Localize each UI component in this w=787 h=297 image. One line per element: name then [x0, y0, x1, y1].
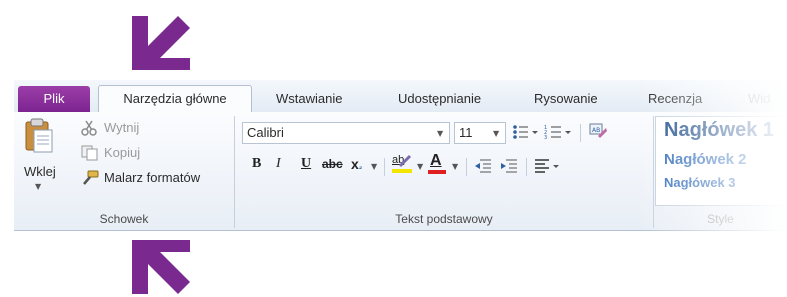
paste-icon[interactable]: [24, 118, 54, 154]
highlighter-icon: [392, 154, 412, 173]
style-heading-1[interactable]: Nagłówek 1: [664, 119, 774, 142]
paste-button[interactable]: Wklej: [24, 164, 56, 179]
style-heading-3[interactable]: Nagłówek 3: [664, 175, 736, 190]
font-size-dropdown-icon[interactable]: ▼: [493, 129, 499, 138]
increase-indent-icon[interactable]: [500, 158, 518, 174]
bold-button[interactable]: B: [252, 156, 261, 172]
svg-text:3: 3: [544, 135, 547, 140]
subscript-label: x: [351, 156, 359, 172]
highlight-dropdown-icon[interactable]: ▼: [417, 162, 423, 171]
toolbar-divider: [466, 158, 467, 176]
tab-review[interactable]: Recenzja: [648, 86, 702, 112]
clipboard-group-label: Schowek: [99, 212, 149, 226]
font-color-swatch: [428, 170, 446, 174]
ribbon: Plik Narzędzia główne Wstawianie Udostęp…: [14, 80, 787, 231]
format-painter-button[interactable]: Malarz formatów: [104, 170, 200, 185]
bullets-icon[interactable]: [512, 124, 538, 140]
copy-icon: [81, 145, 98, 161]
font-name-value: Calibri: [247, 125, 284, 140]
font-size-value: 11: [459, 125, 473, 140]
styles-group-label: Style: [707, 212, 734, 226]
font-name-combobox[interactable]: Calibri ▼: [242, 122, 450, 144]
tab-insert[interactable]: Wstawianie: [276, 86, 342, 112]
align-left-icon[interactable]: [534, 158, 560, 174]
ribbon-tab-bar: Plik Narzędzia główne Wstawianie Udostęp…: [14, 80, 787, 114]
underline-button[interactable]: U: [301, 156, 311, 172]
subscript-dropdown-icon[interactable]: ▼: [371, 162, 377, 171]
tab-view[interactable]: Wid: [748, 86, 770, 112]
toolbar-divider: [384, 158, 385, 176]
tab-draw[interactable]: Rysowanie: [534, 86, 598, 112]
ribbon-panel: Wklej ▼ Wytnij Kopiuj Malarz formatów Sc…: [14, 112, 787, 231]
toolbar-divider: [580, 124, 581, 142]
styles-gallery[interactable]: Nagłówek 1 Nagłówek 2 Nagłówek 3: [655, 116, 787, 206]
tab-file[interactable]: Plik: [18, 86, 90, 112]
italic-button[interactable]: I: [276, 156, 281, 172]
tab-home[interactable]: Narzędzia główne: [98, 85, 252, 114]
paste-dropdown-icon[interactable]: ▼: [35, 182, 41, 191]
subscript-marker-icon: ₂: [358, 162, 363, 171]
arrow-up-left-icon: [132, 240, 190, 294]
decrease-indent-icon[interactable]: [474, 158, 492, 174]
subscript-button[interactable]: x₂: [351, 156, 362, 172]
format-painter-icon: [83, 170, 99, 185]
numbering-icon[interactable]: 1 2 3: [544, 124, 572, 140]
clear-formatting-icon[interactable]: AB: [588, 122, 608, 142]
tab-share[interactable]: Udostępnianie: [398, 86, 481, 112]
cut-button[interactable]: Wytnij: [104, 120, 139, 135]
font-color-label: A: [430, 152, 442, 169]
svg-text:AB: AB: [592, 127, 600, 134]
font-dropdown-icon[interactable]: ▼: [437, 129, 443, 138]
cut-icon: [81, 120, 97, 136]
copy-button[interactable]: Kopiuj: [104, 145, 140, 160]
arrow-down-left-icon: [132, 16, 190, 70]
toolbar-divider: [526, 158, 527, 176]
style-heading-2[interactable]: Nagłówek 2: [664, 151, 747, 168]
basic-text-group-label: Tekst podstawowy: [395, 212, 493, 226]
font-color-dropdown-icon[interactable]: ▼: [452, 162, 458, 171]
strikethrough-button[interactable]: abc: [322, 157, 343, 171]
font-size-combobox[interactable]: 11 ▼: [454, 122, 506, 144]
